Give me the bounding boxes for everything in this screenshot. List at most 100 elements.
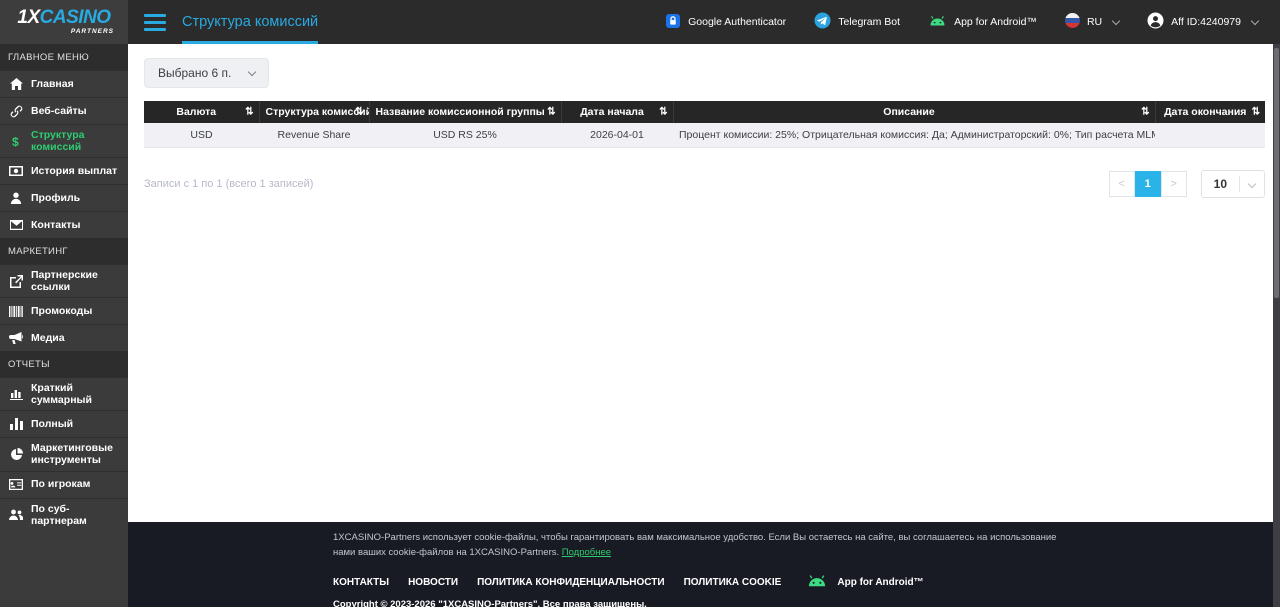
- footer-link-news[interactable]: НОВОСТИ: [408, 577, 458, 588]
- sidebar-item-media[interactable]: Медиа: [0, 324, 128, 351]
- column-header-start-date[interactable]: Дата начала ⇅: [560, 101, 673, 123]
- sidebar-item-label: Полный: [31, 418, 74, 431]
- sidebar-item-report-brief[interactable]: Краткий суммарный: [0, 377, 128, 410]
- external-link-icon: [9, 274, 23, 288]
- table-row[interactable]: USD Revenue Share USD RS 25% 2026-04-01 …: [144, 123, 1265, 148]
- column-header-currency[interactable]: Валюта ⇅: [144, 101, 259, 123]
- column-label: Название комиссионной группы: [375, 106, 545, 118]
- sidebar-item-partner-links[interactable]: Партнерские ссылки: [0, 264, 128, 297]
- sidebar-item-label: Медиа: [31, 332, 65, 345]
- cell-start-date: 2026-04-01: [561, 123, 673, 148]
- telegram-bot-button[interactable]: Telegram Bot: [814, 12, 900, 32]
- aff-id-label: Aff ID:4240979: [1171, 16, 1241, 28]
- people-icon: [9, 509, 23, 521]
- sort-icon[interactable]: ⇅: [659, 107, 667, 118]
- column-header-commission-structure[interactable]: Структура комиссий ⇅: [258, 101, 370, 123]
- column-label: Дата начала: [580, 106, 644, 118]
- column-label: Дата окончания: [1164, 106, 1247, 118]
- sidebar-item-profile[interactable]: Профиль: [0, 184, 128, 211]
- cell-commission-structure: Revenue Share: [259, 123, 369, 148]
- footer-android-app[interactable]: App for Android™: [806, 574, 924, 591]
- page-title: Структура комиссий: [182, 0, 319, 44]
- sidebar-section-reports: ОТЧЕТЫ: [0, 351, 128, 378]
- logo-partners-label: PARTNERS: [70, 28, 114, 36]
- column-label: Структура комиссий: [265, 106, 370, 118]
- banknote-icon: [9, 166, 23, 177]
- cell-group-name: USD RS 25%: [369, 123, 561, 148]
- sort-icon[interactable]: ⇅: [355, 107, 363, 118]
- sidebar-item-home[interactable]: Главная: [0, 70, 128, 97]
- cookie-details-link[interactable]: Подробнее: [562, 547, 611, 558]
- menu-toggle-icon[interactable]: [144, 14, 166, 31]
- divider: [1239, 176, 1240, 192]
- footer-android-label: App for Android™: [837, 577, 924, 589]
- vertical-scrollbar[interactable]: [1273, 44, 1280, 607]
- column-header-end-date[interactable]: Дата окончания ⇅: [1154, 101, 1265, 123]
- google-authenticator-label: Google Authenticator: [688, 16, 787, 28]
- sidebar-item-label: Партнерские ссылки: [31, 269, 98, 294]
- chevron-down-icon: [248, 67, 257, 76]
- id-card-icon: [9, 479, 23, 490]
- copyright: Copyright © 2023-2026 "1XCASINO-Partners…: [333, 599, 647, 607]
- header-actions: Google Authenticator Telegram Bot App fo…: [665, 0, 1280, 44]
- footer-link-privacy-policy[interactable]: ПОЛИТИКА КОНФИДЕНЦИАЛЬНОСТИ: [477, 577, 664, 588]
- megaphone-icon: [9, 332, 23, 345]
- account-menu[interactable]: Aff ID:4240979: [1147, 12, 1260, 32]
- cell-description: Процент комиссии: 25%; Отрицательная ком…: [673, 123, 1155, 148]
- language-selector[interactable]: RU: [1064, 13, 1121, 31]
- app-for-android-label: App for Android™: [954, 16, 1037, 28]
- column-header-description[interactable]: Описание ⇅: [672, 101, 1155, 123]
- sidebar-item-websites[interactable]: Веб-сайты: [0, 97, 128, 124]
- sidebar-item-label: По игрокам: [31, 478, 91, 491]
- sidebar-item-contacts[interactable]: Контакты: [0, 211, 128, 238]
- top-header: 1XCASINO PARTNERS Структура комиссий Goo…: [0, 0, 1280, 44]
- sidebar-item-promo-codes[interactable]: Промокоды: [0, 297, 128, 324]
- sidebar: ГЛАВНОЕ МЕНЮ Главная Веб-сайты $ Структу…: [0, 44, 128, 607]
- sidebar-item-report-by-players[interactable]: По игрокам: [0, 470, 128, 498]
- sidebar-item-payout-history[interactable]: История выплат: [0, 157, 128, 184]
- sort-icon[interactable]: ⇅: [1141, 107, 1149, 118]
- columns-filter-label: Выбрано 6 п.: [158, 66, 232, 80]
- flag-ru-icon: [1064, 13, 1080, 31]
- sidebar-item-report-full[interactable]: Полный: [0, 410, 128, 437]
- google-authenticator-icon: [665, 13, 681, 32]
- column-header-group-name[interactable]: Название комиссионной группы ⇅: [368, 101, 561, 123]
- sort-icon[interactable]: ⇅: [547, 107, 555, 118]
- sidebar-item-label: Промокоды: [31, 305, 93, 318]
- mail-icon: [9, 220, 23, 231]
- footer-link-cookie-policy[interactable]: ПОЛИТИКА COOKIE: [684, 577, 782, 588]
- sidebar-item-label: Профиль: [31, 192, 81, 205]
- sidebar-item-marketing-tools[interactable]: Маркетинговые инструменты: [0, 437, 128, 470]
- profile-icon: [9, 192, 23, 205]
- page-size-select[interactable]: 10: [1200, 170, 1265, 198]
- sidebar-section-marketing: МАРКЕТИНГ: [0, 238, 128, 265]
- android-icon: [928, 15, 947, 30]
- logo-text: 1XCASINO: [17, 7, 111, 29]
- footer-link-contacts[interactable]: КОНТАКТЫ: [333, 577, 389, 588]
- language-label: RU: [1086, 16, 1103, 28]
- dollar-icon: $: [9, 135, 23, 148]
- pagination-next-button[interactable]: >: [1160, 171, 1187, 197]
- app-for-android-button[interactable]: App for Android™: [928, 15, 1037, 30]
- scrollbar-thumb[interactable]: [1274, 48, 1279, 298]
- cell-end-date: [1155, 123, 1265, 148]
- chevron-down-icon: [1111, 16, 1121, 25]
- sort-icon[interactable]: ⇅: [1252, 107, 1260, 118]
- commission-table: Валюта ⇅ Структура комиссий ⇅ Название ком…: [144, 101, 1265, 148]
- telegram-bot-label: Telegram Bot: [838, 16, 901, 28]
- pagination-page-1-button[interactable]: 1: [1134, 171, 1161, 197]
- logo-part-1x: 1X: [17, 7, 40, 29]
- logo[interactable]: 1XCASINO PARTNERS: [0, 0, 128, 44]
- sidebar-section-main-menu: ГЛАВНОЕ МЕНЮ: [0, 44, 128, 70]
- home-icon: [9, 78, 23, 90]
- google-authenticator-button[interactable]: Google Authenticator: [665, 13, 786, 32]
- sidebar-item-commission-structure[interactable]: $ Структура комиссий: [0, 124, 128, 157]
- main-content: Выбрано 6 п. Валюта ⇅ Структура комиссий ⇅…: [128, 44, 1280, 522]
- sort-icon[interactable]: ⇅: [245, 107, 253, 118]
- telegram-icon: [814, 12, 831, 32]
- columns-filter-dropdown[interactable]: Выбрано 6 п.: [144, 58, 270, 88]
- sidebar-item-label: Маркетинговые инструменты: [31, 442, 113, 467]
- sidebar-item-report-by-subpartners[interactable]: По суб-партнерам: [0, 497, 128, 531]
- chevron-down-icon: [1250, 16, 1260, 25]
- pagination-prev-button[interactable]: <: [1108, 171, 1135, 197]
